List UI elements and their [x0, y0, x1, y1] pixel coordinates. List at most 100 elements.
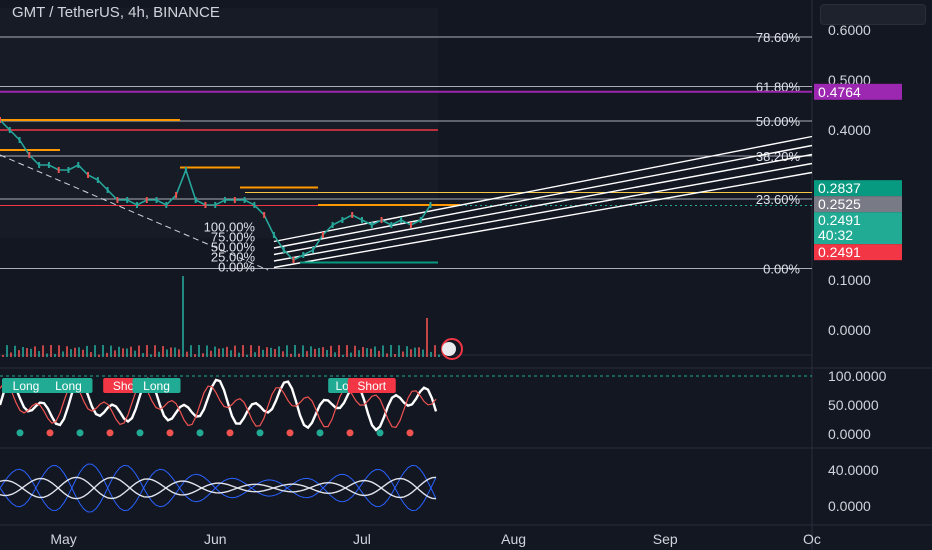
volume-bar: [382, 345, 384, 357]
volume-bar: [102, 345, 104, 357]
signal-dot: [376, 429, 384, 437]
flag-icon[interactable]: [442, 342, 456, 356]
volume-bar: [170, 347, 172, 357]
volume-bar: [158, 351, 160, 357]
volume-bar: [410, 349, 412, 357]
volume-bar: [278, 346, 280, 357]
volume-bar: [114, 350, 116, 357]
volume-bar: [142, 353, 144, 357]
volume-bar: [418, 347, 420, 357]
volume-bar: [242, 345, 244, 357]
volume-bar: [306, 351, 308, 357]
volume-bar: [374, 346, 376, 357]
volume-bar: [14, 345, 16, 357]
volume-bar: [70, 349, 72, 357]
price-badge-label: 0.2525: [818, 196, 861, 212]
signal-label-text: Long: [143, 379, 170, 393]
volume-bar: [226, 346, 228, 357]
volume-bar: [110, 345, 112, 357]
volume-bar: [150, 354, 152, 357]
signal-dot: [196, 429, 204, 437]
fib-level-label: 50.00%: [756, 114, 801, 129]
chart-canvas[interactable]: 78.60%61.80%50.00%38.20%23.60%0.00% 100.…: [0, 0, 932, 550]
price-tick-label: 0.4000: [828, 122, 871, 138]
volume-bar: [166, 349, 168, 357]
lower-pane-tick-label: 0.0000: [828, 498, 871, 514]
signal-dot: [226, 429, 234, 437]
volume-bar: [50, 345, 52, 357]
volume-bar: [258, 345, 260, 357]
oscillator-tick-label: 0.0000: [828, 426, 871, 442]
volume-bar: [82, 349, 84, 357]
toolbar-box[interactable]: [820, 4, 926, 25]
volume-bar: [358, 350, 360, 357]
volume-bar: [246, 354, 248, 357]
volume-bar: [266, 347, 268, 357]
volume-bar: [286, 345, 288, 357]
volume-bar: [26, 348, 28, 357]
signal-label-text: Long: [55, 379, 82, 393]
volume-bar: [154, 345, 156, 357]
fan-level-label: 0.00%: [218, 260, 255, 275]
volume-bar: [66, 346, 68, 357]
volume-bar: [390, 345, 392, 357]
volume-bar: [290, 353, 292, 357]
chart-title: GMT / TetherUS, 4h, BINANCE: [12, 4, 220, 21]
volume-bar: [338, 345, 340, 357]
volume-bar: [310, 346, 312, 357]
volume-bar: [402, 351, 404, 357]
volume-bar: [22, 347, 24, 357]
volume-bar: [106, 352, 108, 357]
volume-bar: [214, 346, 216, 357]
volume-bar: [186, 351, 188, 357]
volume-bar: [90, 352, 92, 357]
time-tick-label: Jun: [204, 531, 227, 547]
volume-bar: [346, 345, 348, 357]
volume-bar: [254, 352, 256, 357]
volume-bar: [118, 346, 120, 357]
volume-bar: [222, 348, 224, 357]
volume-bar: [314, 348, 316, 357]
volume-bar: [182, 276, 184, 357]
signal-label-text: Short: [357, 379, 386, 393]
volume-bar: [10, 352, 12, 357]
volume-bar: [334, 352, 336, 357]
volume-bar: [378, 350, 380, 357]
volume-bar: [194, 354, 196, 357]
price-tick-label: 0.0000: [828, 322, 871, 338]
volume-bar: [94, 345, 96, 357]
volume-bar: [30, 348, 32, 357]
signal-dot: [316, 429, 324, 437]
signal-dot: [346, 429, 354, 437]
volume-bar: [270, 347, 272, 357]
volume-bar: [122, 348, 124, 357]
lower-pane-tick-label: 40.0000: [828, 462, 879, 478]
volume-bar: [210, 350, 212, 357]
signal-dot: [76, 429, 84, 437]
countdown-label: 40:32: [818, 227, 853, 243]
fib-level-label: 23.60%: [756, 192, 801, 207]
volume-bar: [198, 345, 200, 357]
signal-label-text: Lo: [336, 379, 350, 393]
volume-bar: [438, 354, 440, 357]
signal-dot: [286, 429, 294, 437]
volume-bar: [130, 346, 132, 357]
volume-bar: [422, 349, 424, 357]
volume-bar: [46, 353, 48, 357]
volume-bar: [98, 354, 100, 357]
price-badge-label: 0.2491: [818, 244, 861, 260]
signal-dot: [16, 429, 24, 437]
volume-bar: [434, 345, 436, 357]
volume-bar: [2, 355, 4, 357]
volume-bar: [322, 347, 324, 357]
volume-bar: [294, 345, 296, 357]
volume-bar: [206, 345, 208, 357]
volume-bar: [394, 354, 396, 357]
volume-bar: [250, 345, 252, 357]
volume-bar: [354, 345, 356, 357]
volume-bar: [430, 351, 432, 357]
volume-bar: [218, 348, 220, 357]
volume-bar: [330, 345, 332, 357]
volume-bar: [326, 349, 328, 357]
volume-bar: [34, 346, 36, 357]
